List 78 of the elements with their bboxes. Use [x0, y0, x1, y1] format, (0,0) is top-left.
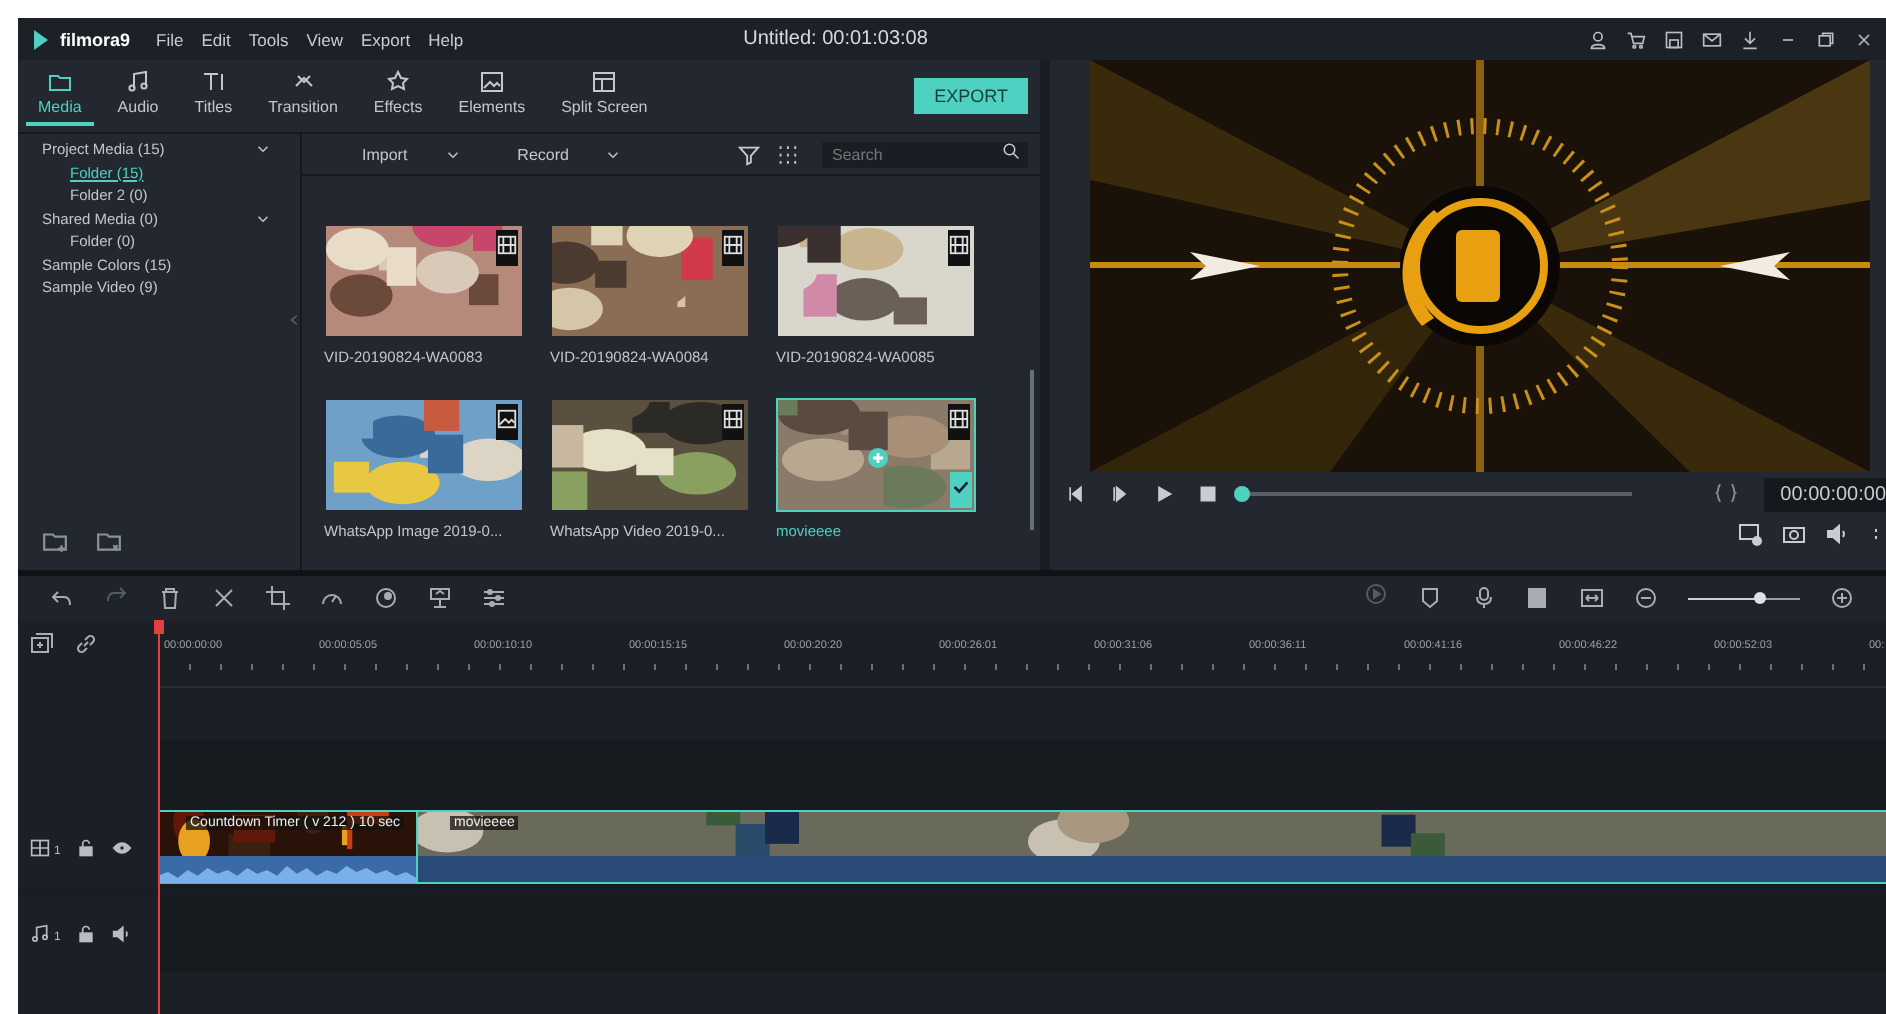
volume-icon[interactable]: [112, 924, 133, 944]
stop-icon[interactable]: [1198, 484, 1218, 504]
link-icon[interactable]: [74, 632, 98, 656]
collapse-icon[interactable]: [286, 312, 302, 328]
close-icon[interactable]: [1854, 29, 1874, 49]
search-icon[interactable]: [1002, 142, 1020, 160]
zoom-slider[interactable]: [1754, 591, 1767, 603]
film-icon: [722, 408, 744, 430]
menu-item[interactable]: Help: [428, 29, 464, 49]
import-dropdown[interactable]: Import: [342, 145, 482, 163]
delete-folder-icon[interactable]: [96, 528, 122, 554]
crop-icon[interactable]: [266, 586, 290, 610]
lock-icon[interactable]: [76, 924, 97, 944]
add-icon[interactable]: [866, 446, 890, 470]
music-note-icon: [30, 924, 50, 944]
film-icon: [496, 234, 518, 256]
tab[interactable]: Titles: [182, 66, 245, 126]
split-screen-icon: [592, 70, 617, 94]
scrollbar[interactable]: [1030, 370, 1034, 530]
time-display: 00:00:00:00: [1764, 477, 1886, 511]
export-button[interactable]: EXPORT: [914, 78, 1028, 114]
tab[interactable]: Media: [26, 66, 94, 126]
music-note-icon: [126, 70, 151, 94]
text-icon: [201, 70, 226, 94]
eye-icon[interactable]: [112, 838, 133, 858]
menu-item[interactable]: Export: [361, 29, 411, 49]
tab[interactable]: Effects: [361, 66, 435, 126]
record-dropdown[interactable]: Record: [497, 145, 643, 163]
progress-slider[interactable]: [1234, 486, 1250, 502]
mark-in-out-icon[interactable]: [1712, 481, 1741, 503]
tab[interactable]: Transition: [256, 66, 350, 126]
tab[interactable]: Elements: [446, 66, 538, 126]
add-track-icon[interactable]: [30, 632, 54, 656]
marker-icon[interactable]: [1418, 586, 1442, 610]
tab[interactable]: Audio: [105, 66, 171, 126]
cut-icon[interactable]: [212, 586, 236, 610]
download-icon[interactable]: [1740, 29, 1760, 49]
image-icon: [479, 70, 504, 94]
filter-icon[interactable]: [738, 143, 760, 165]
app-logo: filmora9: [60, 29, 131, 49]
tab[interactable]: Split Screen: [549, 66, 660, 126]
lock-icon[interactable]: [76, 838, 97, 858]
next-frame-icon[interactable]: [1110, 484, 1130, 504]
previous-frame-icon[interactable]: [1066, 484, 1086, 504]
zoom-out-icon[interactable]: [1634, 586, 1658, 610]
display-icon[interactable]: [1738, 522, 1762, 546]
film-icon: [722, 234, 744, 256]
save-icon[interactable]: [1664, 29, 1684, 49]
volume-icon[interactable]: [1826, 522, 1850, 546]
play-icon[interactable]: [1154, 484, 1174, 504]
menu-item[interactable]: File: [156, 29, 184, 49]
monitor-icon[interactable]: [428, 586, 452, 610]
film-icon: [948, 234, 970, 256]
image-icon: [496, 408, 518, 430]
folder-icon: [47, 70, 72, 94]
fit-icon[interactable]: [1580, 586, 1604, 610]
restore-icon[interactable]: [1816, 29, 1836, 49]
menu-item[interactable]: Tools: [248, 29, 289, 49]
adjust-icon[interactable]: [482, 586, 506, 610]
film-icon: [948, 408, 970, 430]
menu-item[interactable]: Edit: [201, 29, 231, 49]
star-icon: [386, 70, 411, 94]
check-icon: [950, 476, 972, 498]
mail-icon[interactable]: [1702, 29, 1722, 49]
video-track-icon: [30, 838, 50, 858]
color-icon[interactable]: [374, 586, 398, 610]
menu-item[interactable]: View: [306, 29, 343, 49]
window-title: Untitled: 00:01:03:08: [741, 28, 930, 50]
microphone-icon[interactable]: [1472, 586, 1496, 610]
cart-icon[interactable]: [1626, 29, 1646, 49]
delete-icon[interactable]: [158, 586, 182, 610]
undo-icon[interactable]: [50, 586, 74, 610]
zoom-in-icon[interactable]: [1830, 586, 1854, 610]
new-folder-icon[interactable]: [42, 528, 68, 554]
search-field[interactable]: Search: [822, 141, 1028, 167]
grid-icon[interactable]: [776, 143, 798, 165]
user-icon[interactable]: [1588, 29, 1608, 49]
camera-icon[interactable]: [1782, 522, 1806, 546]
